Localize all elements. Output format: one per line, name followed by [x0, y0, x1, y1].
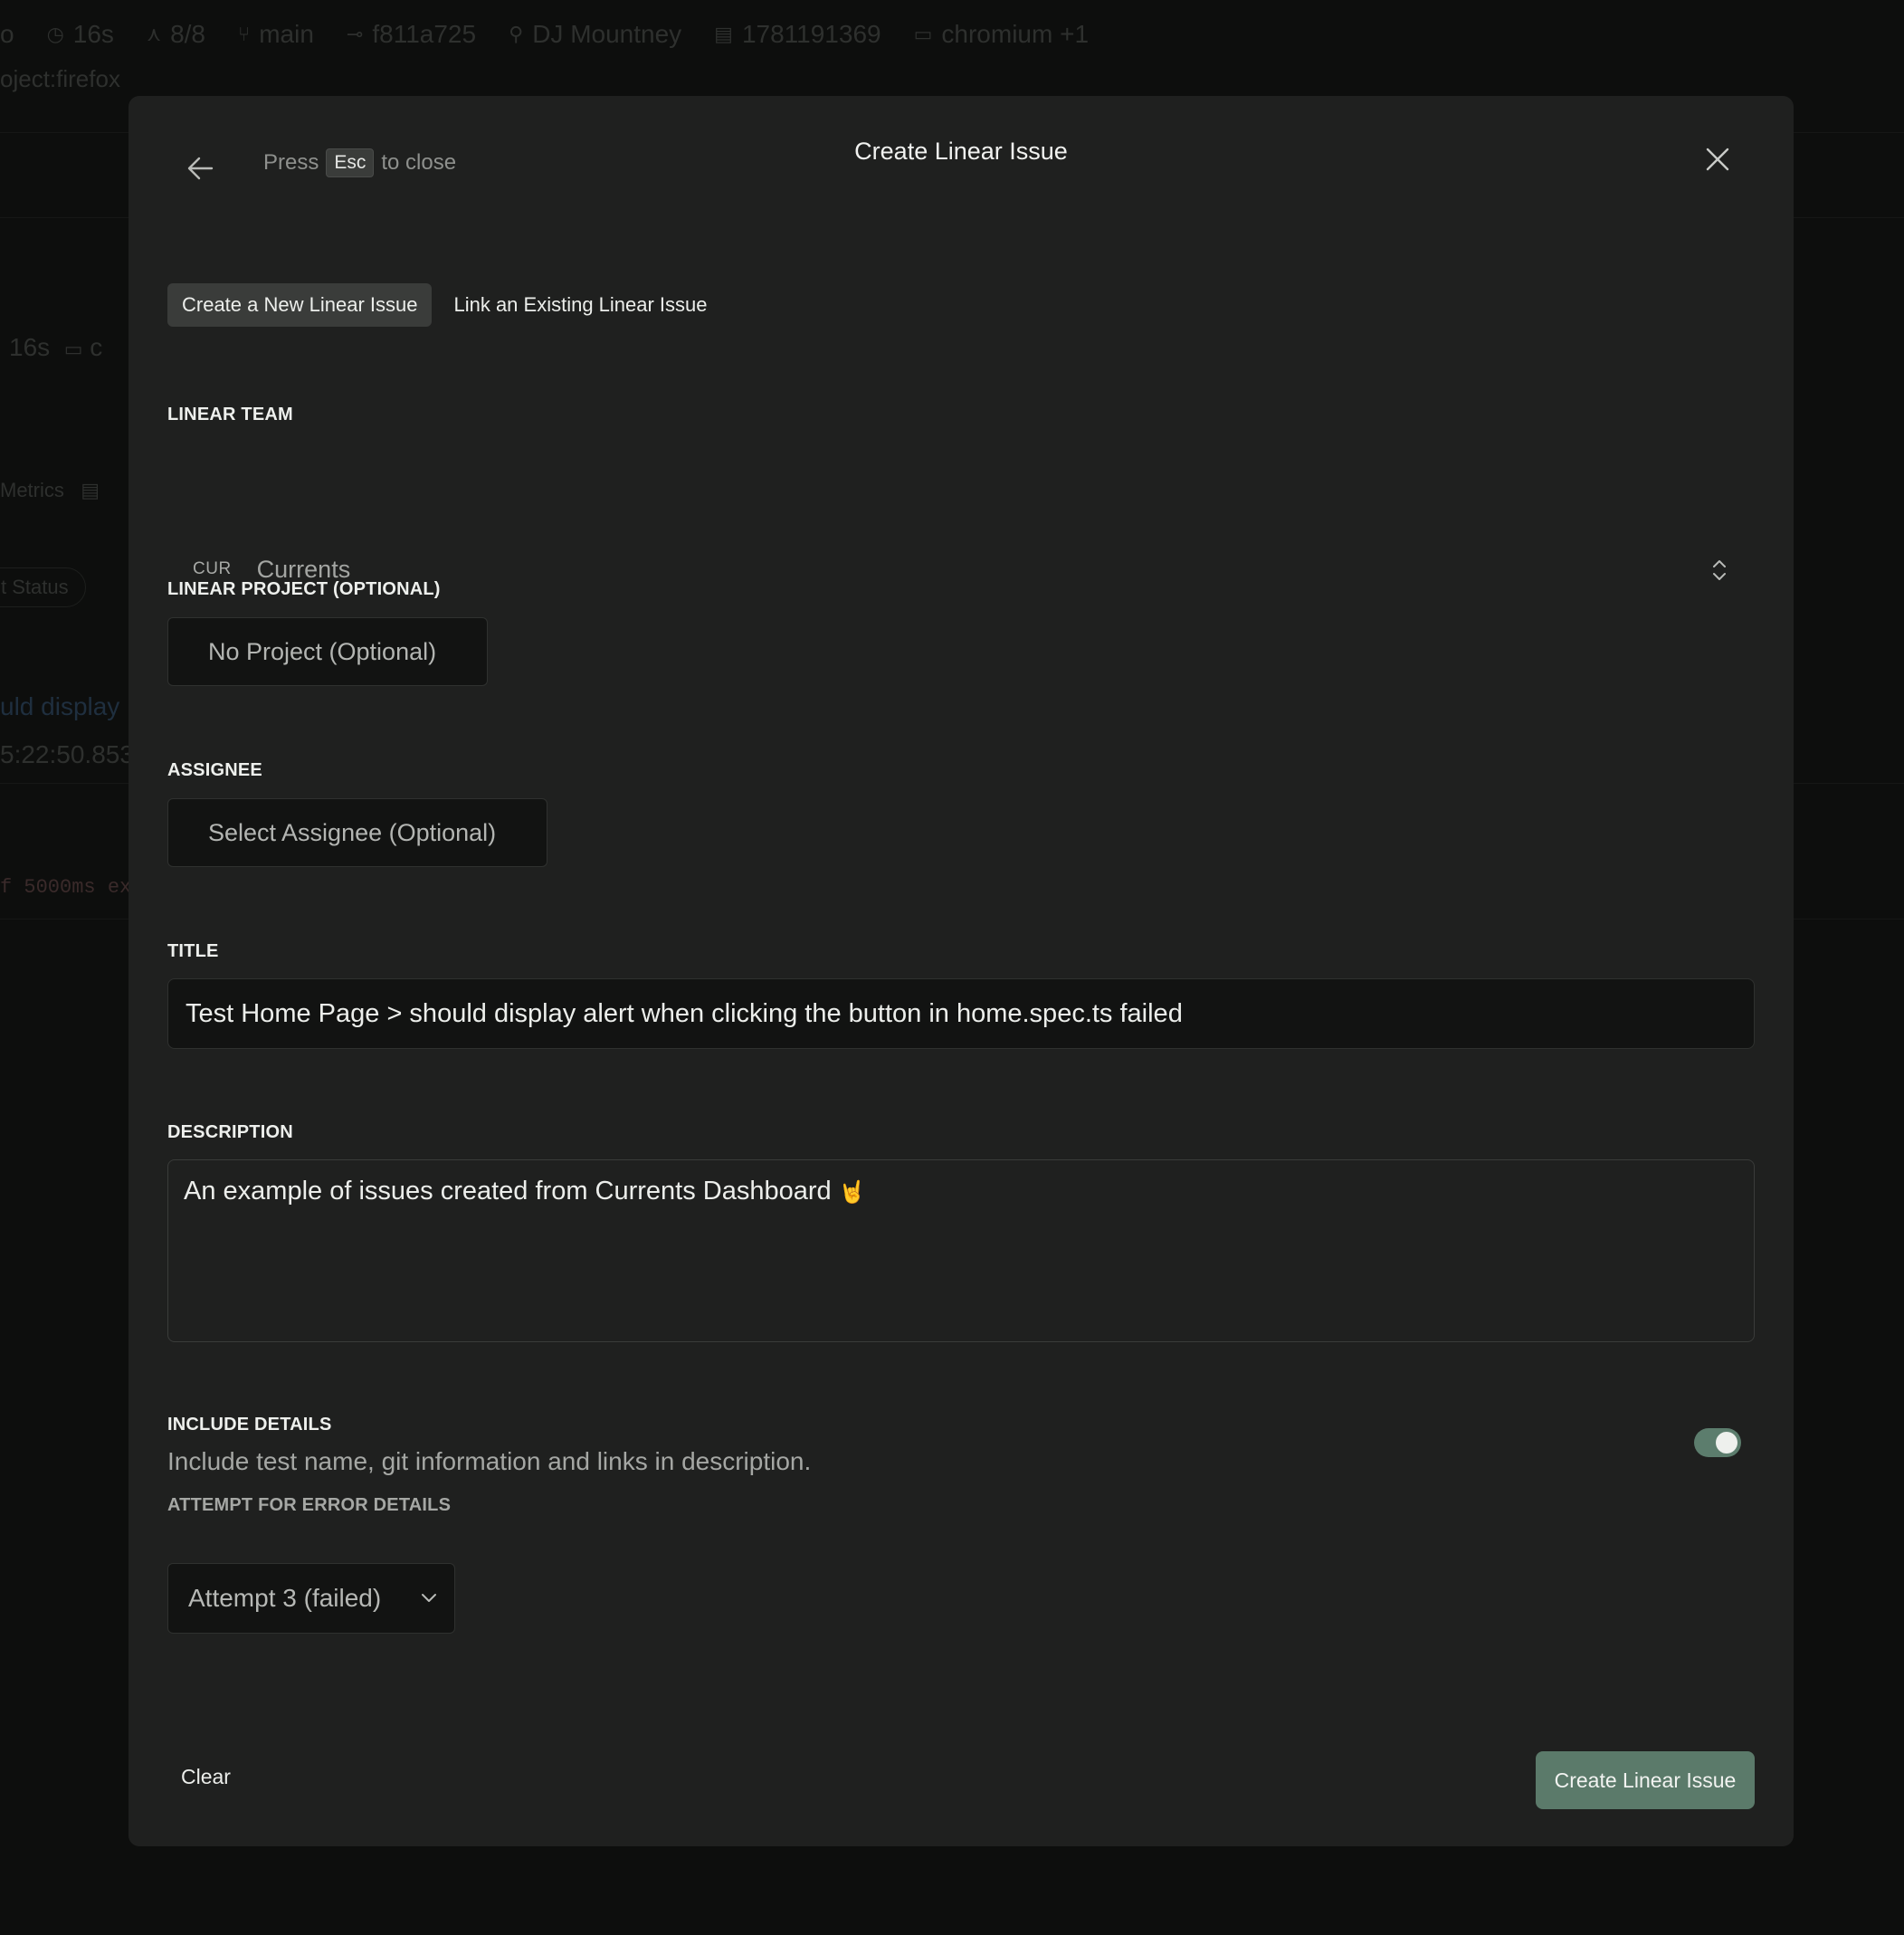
run-meta-row: o ◷ 16s ⋏ 8/8 ⑂ main ⊸ f811a725 ⚲ DJ Mountney…	[0, 20, 1089, 49]
assignee-select[interactable]: Select Assignee (Optional)	[167, 798, 547, 867]
linear-team-label: LINEAR TEAM	[167, 405, 293, 424]
create-linear-issue-modal: Press Esc to close Create Linear Issue C…	[129, 96, 1794, 1846]
team-key: CUR	[193, 559, 232, 578]
create-linear-issue-button[interactable]: Create Linear Issue	[1536, 1751, 1755, 1809]
toggle-knob	[1716, 1432, 1737, 1454]
user-icon: ⚲	[509, 23, 524, 45]
tests-icon: ⋏	[146, 23, 162, 45]
include-details-label: INCLUDE DETAILS	[167, 1415, 332, 1435]
close-icon	[1706, 148, 1729, 171]
test-title: uld display	[0, 692, 120, 720]
tab-create-new-issue[interactable]: Create a New Linear Issue	[167, 283, 433, 327]
run-author: DJ Mountney	[532, 20, 682, 48]
chevron-down-icon	[422, 1594, 436, 1602]
clear-button[interactable]: Clear	[181, 1765, 231, 1789]
title-input[interactable]: Test Home Page > should display alert wh…	[167, 978, 1755, 1049]
commit-icon: ⊸	[346, 23, 364, 45]
browser-icon: ▭	[913, 23, 933, 45]
run-commit: f811a725	[372, 20, 477, 48]
clock-icon: ◷	[46, 23, 64, 45]
mode-tabs: Create a New Linear Issue Link an Existi…	[167, 283, 722, 327]
title-label: TITLE	[167, 941, 219, 961]
rock-hand-emoji-icon: 🤘	[838, 1180, 866, 1205]
run-status-fragment: o	[0, 20, 14, 48]
chevron-up-down-icon	[1713, 560, 1726, 580]
modal-title: Create Linear Issue	[854, 138, 1068, 165]
run-branch: main	[259, 20, 314, 48]
close-button[interactable]	[1699, 141, 1736, 177]
attempt-select[interactable]: Attempt 3 (failed)	[167, 1563, 455, 1634]
tab-icon: ▤	[81, 479, 100, 501]
description-textarea[interactable]: An example of issues created from Curren…	[167, 1159, 1755, 1342]
attempt-label: ATTEMPT FOR ERROR DETAILS	[167, 1495, 452, 1515]
project-filter: oject:firefox	[0, 65, 120, 92]
duration-row: 16s ▭ c	[9, 333, 103, 361]
run-browsers: chromium +1	[941, 20, 1090, 48]
error-snippet: f 5000ms exc	[0, 876, 144, 899]
build-icon: ▤	[714, 23, 733, 45]
status-chip: t Status	[0, 567, 86, 607]
include-details-toggle[interactable]	[1694, 1428, 1741, 1457]
linear-project-select[interactable]: No Project (Optional)	[167, 617, 488, 686]
test-timestamp: 5:22:50.853	[0, 740, 134, 768]
description-text: An example of issues created from Curren…	[184, 1177, 832, 1206]
attempt-selected-value: Attempt 3 (failed)	[188, 1584, 382, 1612]
include-details-description: Include test name, git information and l…	[167, 1447, 812, 1475]
assignee-label: ASSIGNEE	[167, 760, 262, 780]
run-tests: 8/8	[170, 20, 205, 48]
metrics-tab: Metrics ▤	[0, 479, 100, 501]
tab-link-existing-issue[interactable]: Link an Existing Linear Issue	[439, 283, 721, 327]
browser-icon: ▭	[63, 338, 83, 360]
branch-icon: ⑂	[238, 23, 251, 45]
description-label: DESCRIPTION	[167, 1122, 293, 1142]
run-duration: 16s	[72, 20, 114, 48]
run-build: 1781191369	[741, 20, 881, 48]
linear-project-label: LINEAR PROJECT (OPTIONAL)	[167, 579, 441, 599]
